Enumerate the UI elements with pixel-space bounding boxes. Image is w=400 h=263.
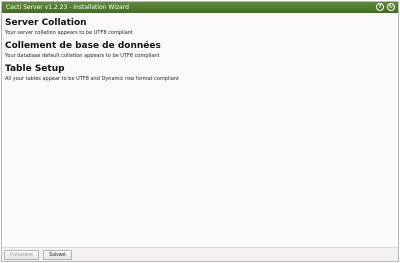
server-collation-text: Your server collation appears to be UTF8… xyxy=(5,30,133,36)
database-collation-heading: Collement de base de données xyxy=(5,41,161,51)
database-collation-text: Your database default collation appears … xyxy=(5,53,160,59)
table-setup-text: All your tables appear to be UTF8 and Dy… xyxy=(5,76,179,82)
installation-wizard-window: Cacti Server v1.2.23 - Installation Wiza… xyxy=(1,1,399,262)
wizard-content: Server Collation Your server collation a… xyxy=(5,18,395,87)
wizard-footer: Précédent Suivant xyxy=(2,247,398,261)
help-icon[interactable]: ? xyxy=(376,3,384,11)
previous-button[interactable]: Précédent xyxy=(4,250,39,260)
refresh-icon[interactable]: ↻ xyxy=(387,3,395,11)
server-collation-heading: Server Collation xyxy=(5,18,87,28)
next-button[interactable]: Suivant xyxy=(43,250,72,260)
table-setup-heading: Table Setup xyxy=(5,64,65,74)
window-title: Cacti Server v1.2.23 - Installation Wiza… xyxy=(6,4,129,11)
titlebar-icons: ? ↻ xyxy=(376,3,395,11)
window-titlebar: Cacti Server v1.2.23 - Installation Wiza… xyxy=(2,2,398,13)
